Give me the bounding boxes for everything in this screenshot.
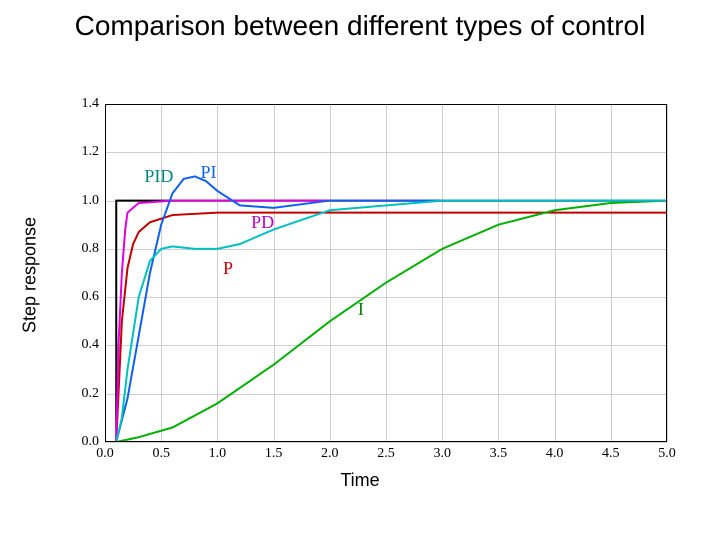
x-tick-label: 1.0	[209, 442, 227, 462]
series-PD	[105, 201, 667, 442]
grid-v	[667, 104, 668, 442]
x-tick-label: 1.5	[265, 442, 283, 462]
series-PID	[105, 201, 667, 442]
y-tick-label: 0.8	[82, 241, 106, 257]
grid-h	[105, 442, 667, 443]
y-tick-label: 0.0	[82, 434, 106, 450]
series-setpoint	[105, 201, 667, 442]
x-tick-label: 4.0	[546, 442, 564, 462]
series-I	[105, 201, 667, 442]
x-tick-label: 3.0	[433, 442, 451, 462]
x-axis-label: Time	[0, 470, 720, 491]
page-title: Comparison between different types of co…	[0, 10, 720, 42]
series-PI	[105, 176, 667, 442]
y-axis-label: Step response	[20, 217, 41, 333]
x-tick-label: 0.5	[152, 442, 170, 462]
x-tick-label: 4.5	[602, 442, 620, 462]
y-tick-label: 0.6	[82, 289, 106, 305]
x-tick-label: 3.5	[490, 442, 508, 462]
y-tick-label: 1.2	[82, 144, 106, 160]
x-tick-label: 2.0	[321, 442, 339, 462]
y-tick-label: 1.4	[82, 96, 106, 112]
y-tick-label: 0.2	[82, 386, 106, 402]
chart-area: 0.00.51.01.52.02.53.03.54.04.55.00.00.20…	[105, 104, 667, 442]
series-P	[105, 213, 667, 442]
y-tick-label: 0.4	[82, 337, 106, 353]
x-tick-label: 5.0	[658, 442, 676, 462]
x-tick-label: 2.5	[377, 442, 395, 462]
curves-svg	[105, 104, 667, 442]
y-tick-label: 1.0	[82, 193, 106, 209]
